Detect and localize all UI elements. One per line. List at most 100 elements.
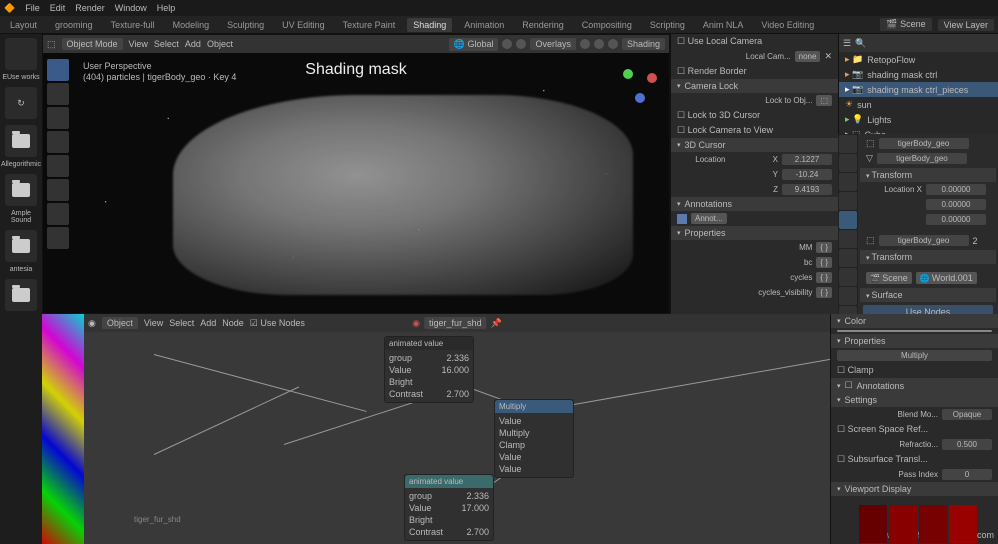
props-tab-render[interactable] xyxy=(839,135,857,153)
axis-z-icon[interactable] xyxy=(635,93,645,103)
node-editor[interactable]: ◉ Object View Select Add Node ☑ Use Node… xyxy=(84,314,830,544)
local-camera-toggle[interactable]: ☐ Use Local Camera xyxy=(677,36,762,47)
select-tool[interactable] xyxy=(47,59,69,81)
lock-3d-cursor-toggle[interactable]: ☐ Lock to 3D Cursor xyxy=(677,110,760,121)
local-cam-field[interactable]: none xyxy=(795,51,821,62)
ne-properties-header[interactable]: Properties xyxy=(831,334,998,348)
ne-menu-select[interactable]: Select xyxy=(169,318,194,328)
scene-selector[interactable]: 🎬 Scene xyxy=(880,18,931,31)
tab-texture-paint[interactable]: Texture Paint xyxy=(337,18,402,32)
menu-render[interactable]: Render xyxy=(75,3,105,13)
measure-tool[interactable] xyxy=(47,227,69,249)
transform-header[interactable]: Transform xyxy=(860,168,996,182)
tab-uv-editing[interactable]: UV Editing xyxy=(276,18,331,32)
cursor-x[interactable]: 2.1227 xyxy=(782,154,832,165)
3d-cursor-header[interactable]: 3D Cursor xyxy=(671,138,838,152)
props-tab-object[interactable] xyxy=(839,230,857,248)
move-tool[interactable] xyxy=(47,107,69,129)
props-tab-modifier[interactable] xyxy=(839,249,857,267)
menu-window[interactable]: Window xyxy=(115,3,147,13)
lb-folder-2[interactable] xyxy=(5,174,37,206)
cursor-y[interactable]: -10.24 xyxy=(782,169,832,180)
use-nodes-button[interactable]: Use Nodes xyxy=(863,305,993,314)
loc-y[interactable]: 0.00000 xyxy=(926,199,986,210)
outliner-item[interactable]: ▸ 📷 shading mask ctrl xyxy=(839,67,998,82)
lock-camera-view-toggle[interactable]: ☐ Lock Camera to View xyxy=(677,125,773,136)
material-selector[interactable]: tiger_fur_shd xyxy=(424,317,487,329)
datablock-name-3[interactable]: tigerBody_geo xyxy=(879,235,969,246)
node-animated-value-2[interactable]: animated value group2.336 Value17.000 Br… xyxy=(404,474,494,541)
scale-tool[interactable] xyxy=(47,155,69,177)
viewlayer-selector[interactable]: View Layer xyxy=(938,19,994,31)
sss-toggle[interactable]: ☐ Subsurface Transl... xyxy=(837,454,928,465)
tab-layout[interactable]: Layout xyxy=(4,18,43,32)
ne-annotations-header[interactable]: ☐ Annotations xyxy=(831,378,998,393)
menu-edit[interactable]: Edit xyxy=(50,3,66,13)
surface-header[interactable]: Surface xyxy=(860,288,996,302)
editor-type-icon[interactable]: ◉ xyxy=(88,318,96,329)
render-border-toggle[interactable]: ☐ Render Border xyxy=(677,66,747,77)
menu-help[interactable]: Help xyxy=(157,3,176,13)
tab-shading[interactable]: Shading xyxy=(407,18,452,32)
ssr-toggle[interactable]: ☐ Screen Space Ref... xyxy=(837,424,928,435)
refraction-field[interactable]: 0.500 xyxy=(942,439,992,450)
ne-mode[interactable]: Object xyxy=(102,317,138,329)
annotations-header[interactable]: Annotations xyxy=(671,197,838,211)
tab-modeling[interactable]: Modeling xyxy=(167,18,216,32)
props-tab-particle[interactable] xyxy=(839,268,857,286)
ne-menu-add[interactable]: Add xyxy=(200,318,216,328)
outliner-item[interactable]: ▸ 📁 RetopoFlow xyxy=(839,52,998,67)
3d-viewport[interactable]: ⬚ Object Mode View Select Add Object 🌐 G… xyxy=(42,34,670,314)
tab-texture-full[interactable]: Texture-full xyxy=(105,18,161,32)
datablock-icon[interactable]: ⬚ xyxy=(866,235,875,246)
props-tab-output[interactable] xyxy=(839,154,857,172)
transform-tool[interactable] xyxy=(47,179,69,201)
annotate-tool[interactable] xyxy=(47,203,69,225)
tab-sculpting[interactable]: Sculpting xyxy=(221,18,270,32)
blend-mode-field[interactable]: Opaque xyxy=(942,409,992,420)
tab-video-editing[interactable]: Video Editing xyxy=(755,18,820,32)
datablock-icon[interactable]: ▽ xyxy=(866,153,873,164)
props-tab-viewlayer[interactable] xyxy=(839,173,857,191)
clamp-toggle[interactable]: ☐ Clamp xyxy=(837,365,874,376)
tiger-mesh[interactable] xyxy=(173,95,633,295)
axis-x-icon[interactable] xyxy=(647,73,657,83)
cursor-tool[interactable] xyxy=(47,83,69,105)
rotate-tool[interactable] xyxy=(47,131,69,153)
node-color-swatch[interactable] xyxy=(837,330,992,332)
world-pill[interactable]: 🌐 World.001 xyxy=(916,272,977,284)
props-tab-constraint[interactable] xyxy=(839,306,857,314)
lb-folder-3[interactable] xyxy=(5,230,37,262)
properties-header[interactable]: Properties xyxy=(671,226,838,240)
nav-gizmo[interactable] xyxy=(619,65,659,105)
material-icon[interactable]: ◉ xyxy=(412,318,420,329)
settings-header[interactable]: Settings xyxy=(831,393,998,407)
texture-preview[interactable] xyxy=(42,314,84,544)
pass-index-field[interactable]: 0 xyxy=(942,469,992,480)
tab-grooming[interactable]: grooming xyxy=(49,18,99,32)
outliner-item[interactable]: ▸ 💡 Lights xyxy=(839,112,998,127)
lb-tool-1[interactable] xyxy=(5,38,37,70)
tab-compositing[interactable]: Compositing xyxy=(576,18,638,32)
datablock-icon[interactable]: ⬚ xyxy=(866,138,875,149)
props-tab-scene[interactable] xyxy=(839,192,857,210)
datablock-name[interactable]: tigerBody_geo xyxy=(879,138,969,149)
tab-scripting[interactable]: Scripting xyxy=(644,18,691,32)
ne-menu-node[interactable]: Node xyxy=(222,318,244,328)
menu-file[interactable]: File xyxy=(25,3,40,13)
lock-obj-field[interactable]: ⬚ xyxy=(816,95,832,106)
props-tab-world[interactable] xyxy=(839,211,857,229)
ne-menu-view[interactable]: View xyxy=(144,318,163,328)
lb-folder-4[interactable] xyxy=(5,279,37,311)
color-header[interactable]: Color xyxy=(831,314,998,328)
outliner-item-active[interactable]: ▸ 📷 shading mask ctrl_pieces xyxy=(839,82,998,97)
datablock-name-2[interactable]: tigerBody_geo xyxy=(877,153,967,164)
mm-field[interactable]: { } xyxy=(816,242,832,253)
bc-field[interactable]: { } xyxy=(816,257,832,268)
lb-folder-1[interactable] xyxy=(5,125,37,157)
outliner-type-icon[interactable]: ☰ xyxy=(843,38,851,49)
annotation-field[interactable]: Annot... xyxy=(691,213,727,224)
props-tab-physics[interactable] xyxy=(839,287,857,305)
scene-pill[interactable]: 🎬 Scene xyxy=(866,272,912,284)
node-animated-value-1[interactable]: animated value group2.336 Value16.000 Br… xyxy=(384,336,474,403)
